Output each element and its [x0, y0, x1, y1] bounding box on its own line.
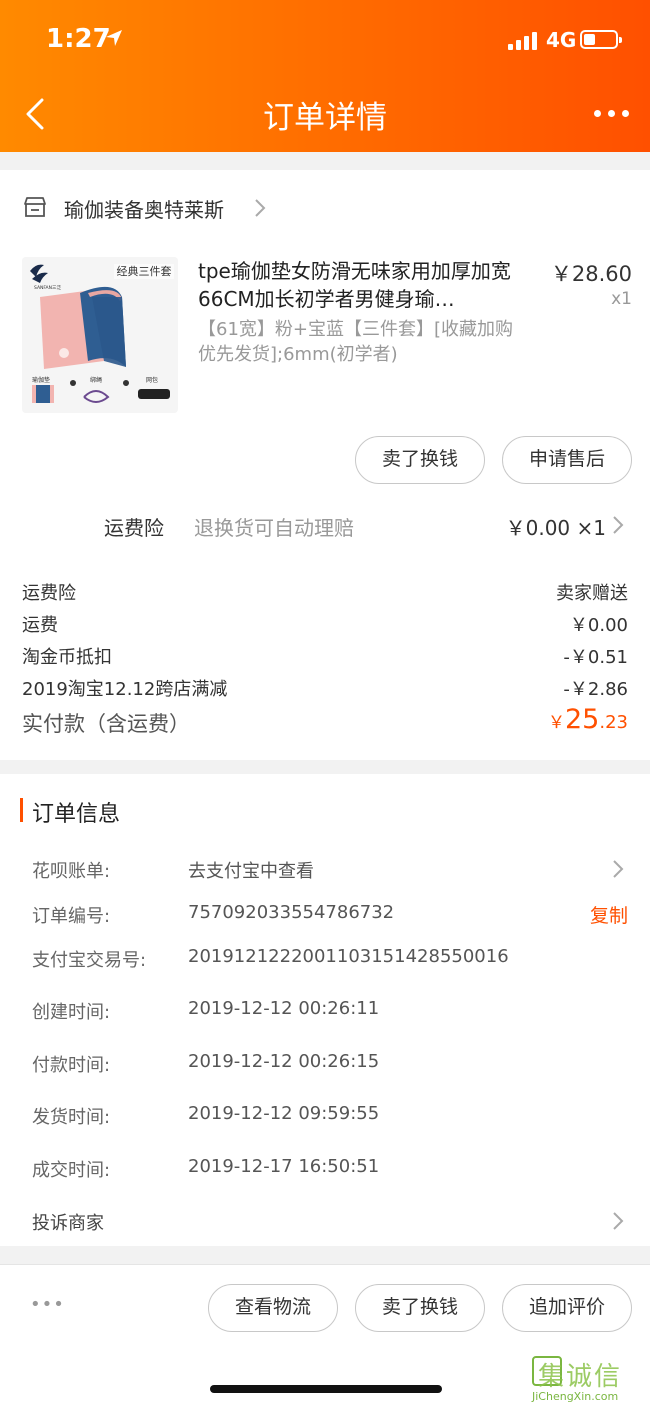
view-logistics-button[interactable]: 查看物流 [208, 1284, 338, 1332]
completed-time: 2019-12-17 16:50:51 [188, 1156, 380, 1177]
shop-icon [24, 197, 46, 217]
info-label: 成交时间: [32, 1160, 111, 1181]
product-quantity: x1 [611, 289, 632, 309]
info-label: 花呗账单: [32, 861, 111, 882]
chevron-right-icon[interactable] [612, 515, 624, 535]
total-amount: ￥25.23 [548, 704, 628, 735]
product-title[interactable]: tpe瑜伽垫女防滑无味家用加厚加宽66CM加长初学者男健身瑜… [198, 257, 538, 313]
home-indicator[interactable] [210, 1385, 442, 1393]
price-row-value: -￥0.51 [563, 647, 628, 668]
image-part-2: 绑绳 [90, 376, 102, 384]
insurance-label: 运费险 [104, 516, 164, 540]
info-label: 支付宝交易号: [32, 950, 147, 971]
order-info-title: 订单信息 [32, 802, 121, 827]
huabei-bill-link[interactable]: 去支付宝中查看 [188, 857, 314, 883]
total-currency: ￥ [548, 713, 565, 733]
more-icon[interactable] [594, 110, 630, 120]
watermark-url: JiChengXin.com [532, 1390, 619, 1403]
battery-icon [580, 30, 622, 49]
total-decimal: .23 [599, 712, 628, 733]
page-title: 订单详情 [263, 100, 387, 136]
info-label: 发货时间: [32, 1107, 111, 1128]
alipay-trade-number: 2019121222001103151428550016 [188, 946, 509, 967]
info-label: 创建时间: [32, 1002, 111, 1023]
shop-name[interactable]: 瑜伽装备奥特莱斯 [64, 194, 224, 223]
more-actions-button[interactable]: ••• [30, 1294, 65, 1315]
price-row-value: ￥0.00 [569, 615, 628, 636]
product-sku: 【61宽】粉+宝蓝【三件套】[收藏加购优先发货];6mm(初学者) [198, 319, 514, 365]
section-accent-bar [20, 798, 23, 822]
price-row-label: 运费险 [22, 583, 76, 604]
insurance-value[interactable]: ￥0.00 ×1 [506, 512, 606, 541]
price-row-label: 淘金币抵扣 [22, 647, 112, 668]
product-image[interactable]: 经典三件套 SANFAN三泛 瑜伽垫 绑绳 网包 [22, 257, 178, 413]
info-label: 付款时间: [32, 1055, 111, 1076]
total-label: 实付款（含运费） [22, 712, 190, 736]
after-sale-button[interactable]: 申请售后 [502, 436, 632, 484]
watermark-text: 集诚信 [538, 1362, 623, 1392]
insurance-desc: 退换货可自动理赔 [194, 516, 354, 540]
image-part-3: 网包 [146, 376, 158, 384]
sell-for-cash-button[interactable]: 卖了换钱 [355, 436, 485, 484]
chevron-right-icon[interactable] [254, 198, 266, 218]
yoga-mat-illustration: 经典三件套 SANFAN三泛 瑜伽垫 绑绳 网包 [22, 257, 178, 413]
copy-button[interactable]: 复制 [590, 901, 628, 928]
add-review-button[interactable]: 追加评价 [502, 1284, 632, 1332]
total-integer: 25 [565, 704, 600, 735]
image-brand-text: SANFAN三泛 [34, 284, 62, 291]
created-time: 2019-12-12 00:26:11 [188, 998, 380, 1019]
price-row-value: -￥2.86 [563, 679, 628, 700]
header: 1:27 4G 订单详情 [0, 0, 650, 152]
order-number: 757092033554786732 [188, 902, 395, 923]
shipped-time: 2019-12-12 09:59:55 [188, 1103, 380, 1124]
signal-icon [508, 32, 540, 50]
complaint-link[interactable]: 投诉商家 [32, 1209, 104, 1235]
info-label: 订单编号: [32, 906, 111, 927]
sell-for-cash-button[interactable]: 卖了换钱 [355, 1284, 485, 1332]
price-row-value: 卖家赠送 [556, 583, 628, 604]
image-badge-text: 经典三件套 [117, 264, 172, 278]
image-part-1: 瑜伽垫 [32, 376, 50, 384]
watermark-logo: 集诚信 JiChengXin.com [532, 1356, 648, 1406]
chevron-right-icon[interactable] [612, 1211, 624, 1231]
status-time: 1:27 [46, 24, 111, 54]
product-price: ￥28.60 [550, 262, 632, 286]
price-row-label: 2019淘宝12.12跨店满减 [22, 679, 228, 700]
network-type: 4G [546, 28, 577, 52]
location-arrow-icon [106, 30, 122, 46]
price-row-label: 运费 [22, 615, 58, 636]
chevron-right-icon[interactable] [612, 859, 624, 879]
paid-time: 2019-12-12 00:26:15 [188, 1051, 380, 1072]
